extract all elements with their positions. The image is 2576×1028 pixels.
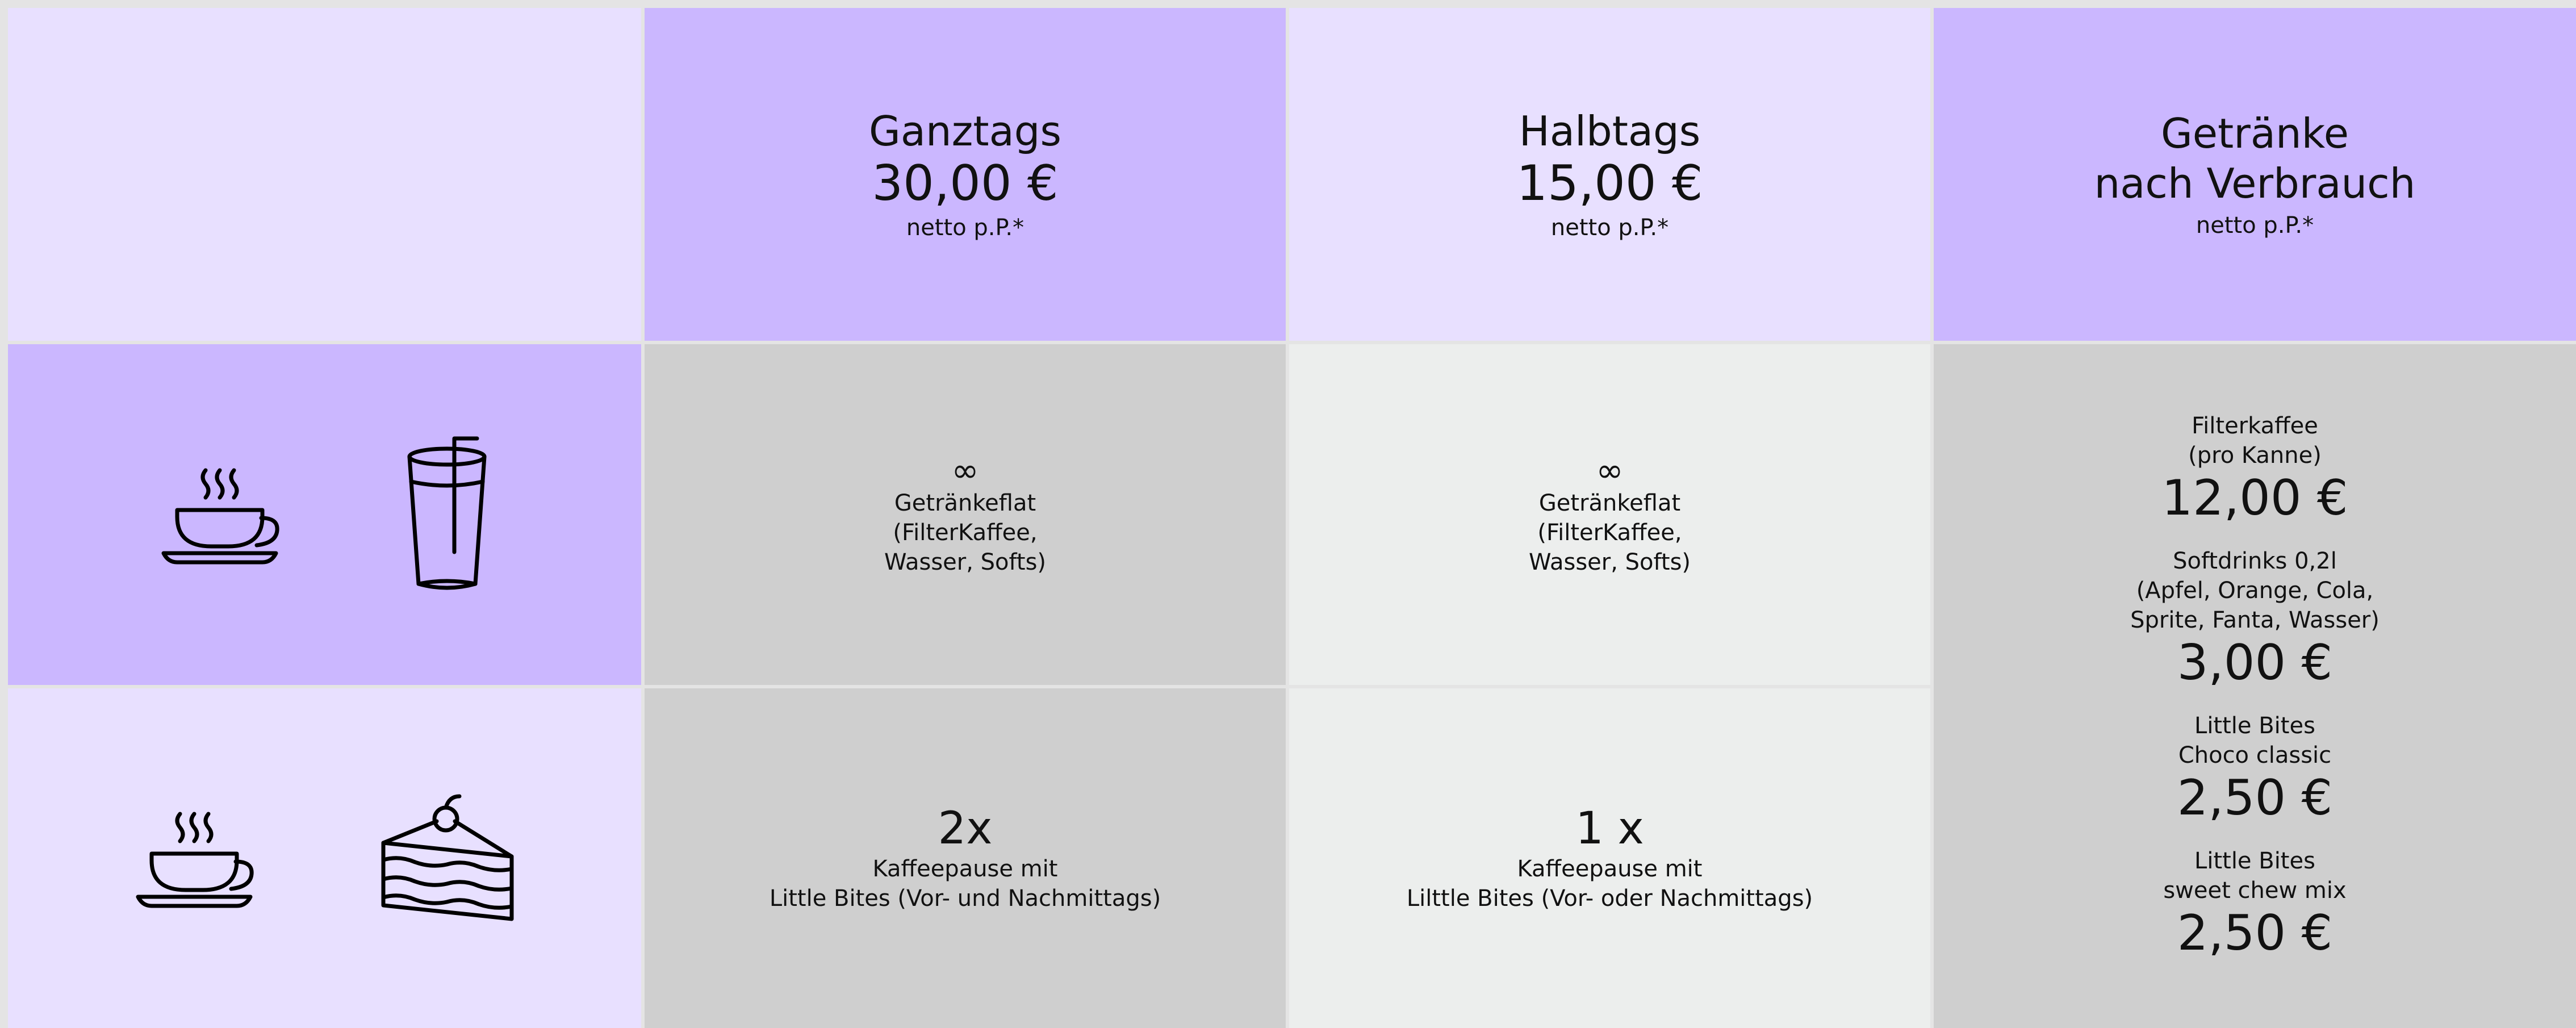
consumption-list: Filterkaffee (pro Kanne) 12,00 € Softdri… [1934, 344, 2576, 1028]
consumption-item-desc: Little Bites sweet chew mix [2163, 848, 2347, 904]
coffee-cup-icon [160, 463, 279, 566]
coffee-cup-icon [135, 807, 254, 909]
break-ganztags: 2x Kaffeepause mit Little Bites (Vor- un… [645, 688, 1289, 1028]
break-halbtags: 1 x Kaffeepause mit Lilttle Bites (Vor- … [1289, 688, 1934, 1028]
halbtags-price: 15,00 € [1516, 155, 1703, 212]
consumption-item-price: 12,00 € [2161, 470, 2348, 526]
pricing-table: Ganztags 30,00 € netto p.P.* Halbtags 15… [0, 0, 2576, 1028]
header-halbtags: Halbtags 15,00 € netto p.P.* [1289, 0, 1934, 344]
halbtags-note: netto p.P.* [1550, 215, 1669, 241]
consumption-item-price: 2,50 € [2177, 770, 2333, 826]
consumption-item-price: 3,00 € [2177, 634, 2333, 691]
verbrauch-title-line2: nach Verbrauch [2094, 160, 2416, 207]
ganztags-title: Ganztags [869, 107, 1061, 155]
ganztags-note: netto p.P.* [906, 215, 1024, 241]
halbtags-title: Halbtags [1519, 107, 1701, 155]
consumption-item-desc: Little Bites Choco classic [2178, 713, 2332, 768]
ganztags-price: 30,00 € [872, 155, 1059, 212]
consumption-item: Softdrinks 0,2l (Apfel, Orange, Cola, Sp… [2130, 546, 2380, 691]
drinks-icon-cell [0, 344, 645, 688]
drinks-halbtags: ∞ Getränkeflat (FilterKaffee, Wasser, So… [1289, 344, 1934, 688]
drinks-halbtags-desc: Getränkeflat (FilterKaffee, Wasser, Soft… [1528, 490, 1691, 575]
break-halbtags-count: 1 x [1575, 803, 1644, 854]
consumption-item: Little Bites Choco classic 2,50 € [2177, 711, 2333, 826]
consumption-item-desc: Filterkaffee (pro Kanne) [2188, 413, 2322, 469]
drinks-ganztags: ∞ Getränkeflat (FilterKaffee, Wasser, So… [645, 344, 1289, 688]
drinks-ganztags-desc: Getränkeflat (FilterKaffee, Wasser, Soft… [884, 490, 1047, 575]
verbrauch-title-line1: Getränke [2160, 110, 2349, 157]
infinity-icon: ∞ [1596, 451, 1624, 490]
cake-slice-icon [379, 793, 515, 923]
header-empty-cell [0, 0, 645, 344]
break-ganztags-count: 2x [938, 803, 993, 854]
header-verbrauch: Getränke nach Verbrauch netto p.P.* [1934, 0, 2576, 344]
glass-with-straw-icon [404, 435, 490, 594]
break-ganztags-desc: Kaffeepause mit Little Bites (Vor- und N… [769, 856, 1161, 912]
consumption-item: Little Bites sweet chew mix 2,50 € [2163, 846, 2346, 961]
infinity-icon: ∞ [951, 451, 979, 490]
consumption-item: Filterkaffee (pro Kanne) 12,00 € [2161, 411, 2348, 526]
break-icon-cell [0, 688, 645, 1028]
verbrauch-note: netto p.P.* [2196, 212, 2314, 239]
consumption-item-desc: Softdrinks 0,2l (Apfel, Orange, Cola, Sp… [2130, 548, 2380, 633]
break-halbtags-desc: Kaffeepause mit Lilttle Bites (Vor- oder… [1406, 856, 1813, 912]
header-ganztags: Ganztags 30,00 € netto p.P.* [645, 0, 1289, 344]
consumption-item-price: 2,50 € [2177, 905, 2333, 962]
